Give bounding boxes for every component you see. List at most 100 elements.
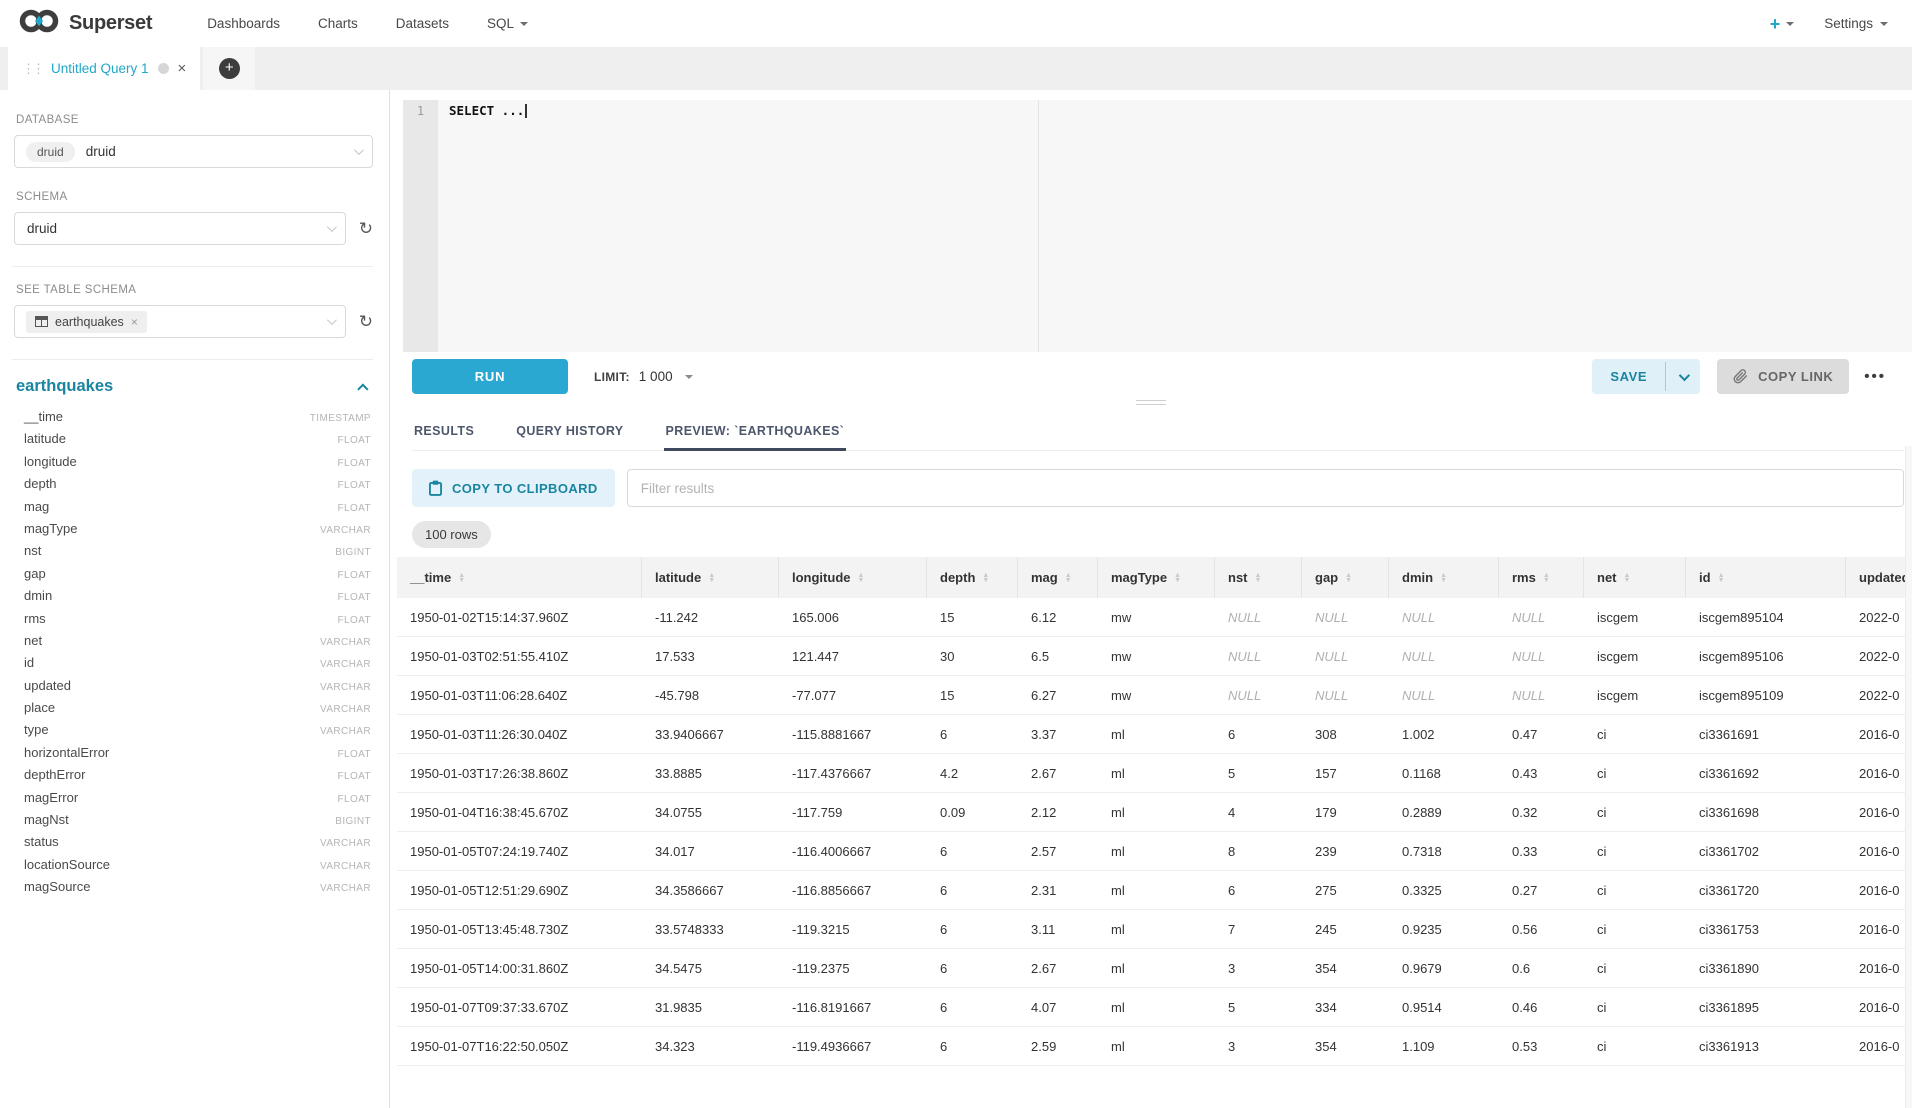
grid-header-gap[interactable]: gap▲▼ <box>1302 557 1389 598</box>
grid-header-label: id <box>1699 570 1711 585</box>
database-select[interactable]: druid druid <box>14 135 373 168</box>
paperclip-icon <box>1733 369 1748 384</box>
column-type: VARCHAR <box>320 682 371 693</box>
superset-logo[interactable]: Superset <box>18 7 152 40</box>
grid-header-__time[interactable]: __time▲▼ <box>397 557 642 598</box>
copy-link-button[interactable]: COPY LINK <box>1717 359 1849 394</box>
scrollbar-track[interactable] <box>1905 446 1912 1108</box>
grid-header-mag[interactable]: mag▲▼ <box>1018 557 1098 598</box>
table-cell: 34.017 <box>642 844 779 859</box>
add-tab-segment: + <box>203 47 255 90</box>
column-name: type <box>24 722 49 737</box>
table-row: 1950-01-04T16:38:45.670Z34.0755-117.7590… <box>397 793 1912 832</box>
grid-header-magType[interactable]: magType▲▼ <box>1098 557 1215 598</box>
column-name: magType <box>24 521 77 536</box>
results-tab-2[interactable]: PREVIEW: `EARTHQUAKES` <box>664 414 847 450</box>
column-type: FLOAT <box>338 570 371 581</box>
filter-results-input[interactable] <box>627 469 1904 507</box>
nav-item-datasets[interactable]: Datasets <box>377 16 468 31</box>
grid-header-longitude[interactable]: longitude▲▼ <box>779 557 927 598</box>
query-tab-title: Untitled Query 1 <box>51 61 149 76</box>
grid-header-net[interactable]: net ▲▼ <box>1584 557 1686 598</box>
table-cell: iscgem895104 <box>1686 610 1846 625</box>
table-cell: 2.57 <box>1018 844 1098 859</box>
sort-icon: ▲▼ <box>1718 573 1725 583</box>
table-cell: 4.07 <box>1018 1000 1098 1015</box>
chevron-down-icon <box>1679 369 1690 380</box>
column-type: VARCHAR <box>320 637 371 648</box>
table-cell: 31.9835 <box>642 1000 779 1015</box>
table-cell: 30 <box>927 649 1018 664</box>
grid-header-updated[interactable]: updated▲▼ <box>1846 557 1912 598</box>
table-cell: ci <box>1584 1000 1686 1015</box>
table-cell: 6 <box>927 844 1018 859</box>
table-cell: 15 <box>927 610 1018 625</box>
table-select[interactable]: earthquakes × <box>14 305 346 338</box>
table-cell: 0.7318 <box>1389 844 1499 859</box>
settings-menu[interactable]: Settings <box>1824 16 1888 31</box>
query-tab-active[interactable]: ⋮⋮ Untitled Query 1 × <box>8 47 200 90</box>
table-cell: 1.109 <box>1389 1039 1499 1054</box>
copy-to-clipboard-button[interactable]: COPY TO CLIPBOARD <box>412 469 615 507</box>
grid-header-nst[interactable]: nst▲▼ <box>1215 557 1302 598</box>
table-cell: iscgem <box>1584 688 1686 703</box>
schema-select[interactable]: druid <box>14 212 346 245</box>
editor-gutter: 1 <box>403 100 438 352</box>
add-tab-button[interactable]: + <box>219 58 240 79</box>
table-cell: mw <box>1098 649 1215 664</box>
refresh-icon[interactable]: ↻ <box>359 220 373 237</box>
table-cell: 239 <box>1302 844 1389 859</box>
results-tab-1[interactable]: QUERY HISTORY <box>514 414 625 450</box>
remove-table-icon[interactable]: × <box>131 315 138 329</box>
table-cell: 1.002 <box>1389 727 1499 742</box>
database-pill: druid <box>26 142 75 162</box>
grid-header-id[interactable]: id ▲▼ <box>1686 557 1846 598</box>
save-button[interactable]: SAVE <box>1592 359 1665 394</box>
refresh-icon[interactable]: ↻ <box>359 313 373 330</box>
table-cell: 2022-0 <box>1846 610 1912 625</box>
nav-item-dashboards[interactable]: Dashboards <box>188 16 299 31</box>
table-cell: ci3361895 <box>1686 1000 1846 1015</box>
schema-column-row: idVARCHAR <box>14 655 373 677</box>
table-cell: ml <box>1098 883 1215 898</box>
collapse-icon[interactable] <box>357 383 368 394</box>
table-cell: ml <box>1098 805 1215 820</box>
sort-icon: ▲▼ <box>1255 573 1262 583</box>
save-options-button[interactable] <box>1666 359 1700 394</box>
new-item-button[interactable]: + <box>1770 15 1795 33</box>
results-tab-0[interactable]: RESULTS <box>412 414 476 450</box>
divider <box>12 266 373 267</box>
table-cell: 1950-01-03T02:51:55.410Z <box>397 649 642 664</box>
grid-header-depth[interactable]: depth▲▼ <box>927 557 1018 598</box>
close-icon[interactable]: × <box>178 61 187 76</box>
database-label: DATABASE <box>16 114 373 126</box>
limit-dropdown[interactable]: LIMIT: 1 000 <box>594 369 693 384</box>
schema-column-row: typeVARCHAR <box>14 722 373 744</box>
nav-item-sql-label: SQL <box>487 16 514 31</box>
grid-header-dmin[interactable]: dmin▲▼ <box>1389 557 1499 598</box>
run-button[interactable]: RUN <box>412 359 568 394</box>
more-options-button[interactable]: ••• <box>1864 368 1886 385</box>
nav-item-sql[interactable]: SQL <box>468 16 547 31</box>
column-type: FLOAT <box>338 592 371 603</box>
nav-item-charts[interactable]: Charts <box>299 16 377 31</box>
grid-header-latitude[interactable]: latitude▲▼ <box>642 557 779 598</box>
table-cell: -117.4376667 <box>779 766 927 781</box>
editor-code-area[interactable]: SELECT ... <box>438 100 1912 352</box>
table-cell: 6 <box>927 727 1018 742</box>
table-cell: NULL <box>1302 649 1389 664</box>
grid-header-label: net <box>1597 570 1617 585</box>
table-cell: 2.67 <box>1018 961 1098 976</box>
table-cell: 6 <box>927 961 1018 976</box>
copy-link-label: COPY LINK <box>1758 369 1833 384</box>
column-type: FLOAT <box>338 503 371 514</box>
table-row: 1950-01-05T12:51:29.690Z34.3586667-116.8… <box>397 871 1912 910</box>
grid-header-rms[interactable]: rms▲▼ <box>1499 557 1584 598</box>
results-actions-row: COPY TO CLIPBOARD <box>412 469 1904 507</box>
table-cell: ci <box>1584 805 1686 820</box>
schema-column-row: rmsFLOAT <box>14 611 373 633</box>
drag-handle-icon[interactable]: ⋮⋮ <box>22 61 42 77</box>
pane-resize-handle[interactable] <box>1136 400 1166 405</box>
table-cell: 1950-01-04T16:38:45.670Z <box>397 805 642 820</box>
sort-icon: ▲▼ <box>1624 573 1631 583</box>
